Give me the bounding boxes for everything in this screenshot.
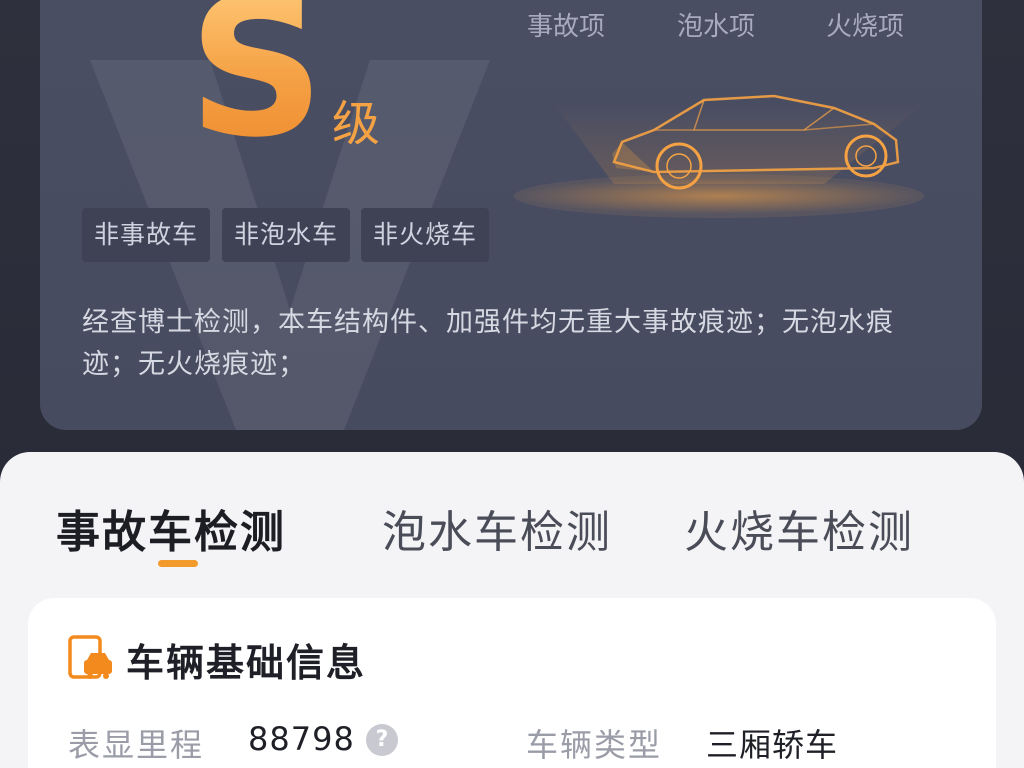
- app-screen: S 级 事故项 泡水项 火烧项 非事故车 非泡水车 非火烧车 经查博士检测，本车…: [0, 0, 1024, 768]
- car-scan-illustration: [504, 84, 934, 224]
- tag-no-fire: 非火烧车: [361, 208, 490, 262]
- mileage-value: 88798: [248, 720, 355, 758]
- car-document-icon: [68, 635, 112, 679]
- grade-suffix: 级: [332, 96, 381, 152]
- tab-flood-inspection[interactable]: 泡水车检测: [382, 496, 612, 560]
- inspection-summary: 经查博士检测，本车结构件、加强件均无重大事故痕迹；无泡水痕迹；无火烧痕迹；: [82, 307, 894, 380]
- tag-no-accident: 非事故车: [82, 208, 211, 262]
- tab-accident-inspection[interactable]: 事故车检测: [56, 496, 286, 560]
- basic-info-title: 车辆基础信息: [126, 641, 367, 685]
- car-wireframe-icon: [514, 94, 924, 218]
- column-flood-label: 泡水项: [677, 12, 756, 42]
- question-circle-icon[interactable]: ?: [366, 724, 398, 756]
- column-accident-label: 事故项: [527, 12, 606, 42]
- mileage-label: 表显里程: [68, 726, 205, 764]
- tag-no-flood: 非泡水车: [222, 208, 351, 262]
- tab-fire-inspection[interactable]: 火烧车检测: [684, 496, 914, 560]
- column-fire-label: 火烧项: [826, 12, 905, 42]
- detail-sheet: 事故车检测 泡水车检测 火烧车检测 车辆基础信息 表显里程 88798 ? 车辆…: [0, 452, 1024, 768]
- active-tab-indicator: [158, 560, 198, 567]
- vehicle-type-value: 三厢轿车: [706, 726, 839, 764]
- basic-info-card: 车辆基础信息 表显里程 88798 ? 车辆类型 三厢轿车: [28, 598, 996, 768]
- grade-letter: S: [188, 0, 325, 164]
- vehicle-type-label: 车辆类型: [526, 726, 663, 764]
- report-summary-card: S 级 事故项 泡水项 火烧项 非事故车 非泡水车 非火烧车 经查博士检测，本车…: [40, 0, 982, 430]
